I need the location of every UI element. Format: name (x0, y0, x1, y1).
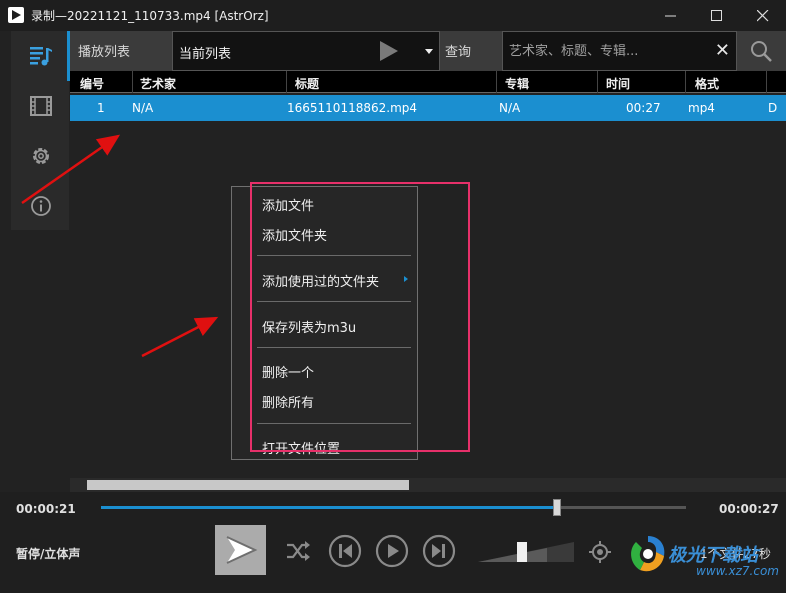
menu-item-add-used-folder[interactable]: 添加使用过的文件夹 (262, 271, 379, 290)
player-controls: 00:00:21 00:00:27 暂停/立体声 1个文件27秒 极光下载站 w… (0, 492, 786, 593)
col-header-title[interactable]: 标题 (295, 75, 319, 92)
sidebar-item-video[interactable] (11, 81, 69, 131)
menu-item-open-location[interactable]: 打开文件位置 (262, 438, 340, 457)
title-bar: 录制—20221121_110733.mp4 [AstrOrz] (0, 0, 786, 31)
info-icon (31, 196, 51, 216)
menu-item-delete-one[interactable]: 删除一个 (262, 362, 314, 381)
column-divider[interactable] (685, 71, 686, 93)
cell-title: 1665110118862.mp4 (287, 101, 418, 115)
cell-time: 00:27 (626, 101, 661, 115)
seek-bar-fill (101, 506, 557, 509)
search-box[interactable]: ✕ (502, 31, 737, 71)
volume-handle (517, 542, 527, 562)
col-header-time[interactable]: 时间 (606, 75, 630, 92)
shuffle-icon[interactable] (284, 536, 312, 566)
sidebar (11, 31, 69, 230)
watermark-logo-icon (631, 536, 665, 572)
total-time: 00:00:27 (719, 502, 779, 516)
annotation-arrow (141, 316, 219, 358)
col-header-artist[interactable]: 艺术家 (140, 75, 176, 92)
cell-number: 1 (97, 101, 105, 115)
file-count: 1个文件27秒 (700, 547, 771, 561)
col-header-number[interactable]: 编号 (80, 75, 104, 92)
search-input[interactable] (509, 40, 709, 62)
toolbar: 播放列表 当前列表 查询 ✕ (70, 31, 786, 71)
menu-item-save-m3u[interactable]: 保存列表为m3u (262, 317, 356, 336)
close-icon (757, 10, 769, 22)
context-menu: 添加文件 添加文件夹 添加使用过的文件夹 保存列表为m3u 删除一个 删除所有 … (231, 186, 418, 460)
minimize-icon (665, 15, 676, 17)
previous-icon[interactable] (328, 534, 362, 568)
maximize-icon (711, 10, 722, 21)
next-icon[interactable] (422, 534, 456, 568)
menu-item-add-folder[interactable]: 添加文件夹 (262, 225, 327, 244)
film-icon (30, 96, 52, 116)
menu-item-delete-all[interactable]: 删除所有 (262, 392, 314, 411)
play-icon[interactable] (375, 534, 409, 568)
menu-divider (257, 301, 411, 302)
playlist-table: 编号 艺术家 标题 专辑 时间 格式 1 N/A 1665110118862.m… (70, 71, 786, 121)
column-divider[interactable] (132, 71, 133, 93)
playlist-select[interactable]: 当前列表 (172, 31, 440, 71)
horizontal-scrollbar[interactable] (70, 478, 786, 492)
close-button[interactable] (740, 0, 786, 31)
play-list-icon[interactable] (380, 41, 398, 61)
minimize-button[interactable] (648, 0, 694, 31)
status-text: 暂停/立体声 (16, 547, 81, 561)
watermark-url: www.xz7.com (696, 564, 779, 578)
tab-playlist[interactable]: 播放列表 (78, 41, 130, 60)
search-icon (751, 41, 772, 62)
column-divider[interactable] (286, 71, 287, 93)
col-header-album[interactable]: 专辑 (505, 75, 529, 92)
seek-bar[interactable] (101, 499, 686, 516)
cell-artist: N/A (132, 101, 154, 115)
table-row[interactable]: 1 N/A 1665110118862.mp4 N/A 00:27 mp4 D (70, 95, 786, 121)
volume-slider[interactable] (478, 541, 574, 563)
sidebar-item-settings[interactable] (11, 131, 69, 181)
locate-icon[interactable] (588, 540, 612, 564)
menu-divider (257, 423, 411, 424)
column-divider[interactable] (597, 71, 598, 93)
window-title: 录制—20221121_110733.mp4 [AstrOrz] (31, 9, 269, 23)
search-button[interactable] (737, 31, 786, 71)
sidebar-item-playlist[interactable] (11, 31, 69, 81)
maximize-button[interactable] (694, 0, 740, 31)
menu-item-add-file[interactable]: 添加文件 (262, 195, 314, 214)
sidebar-item-about[interactable] (11, 181, 69, 231)
menu-divider (257, 347, 411, 348)
app-big-logo-icon[interactable] (215, 525, 266, 575)
cell-format: mp4 (688, 101, 715, 115)
menu-divider (257, 255, 411, 256)
app-logo-icon (8, 7, 24, 23)
scrollbar-thumb[interactable] (87, 480, 409, 490)
submenu-arrow-icon (404, 276, 408, 282)
cell-album: N/A (499, 101, 521, 115)
playlist-select-value: 当前列表 (179, 47, 232, 62)
column-divider[interactable] (496, 71, 497, 93)
chevron-down-icon (425, 49, 433, 54)
column-divider[interactable] (766, 71, 767, 93)
gear-icon (33, 148, 49, 164)
cell-extra: D (768, 101, 778, 115)
col-header-format[interactable]: 格式 (695, 75, 719, 92)
table-header: 编号 艺术家 标题 专辑 时间 格式 (70, 71, 786, 93)
seek-bar-handle[interactable] (553, 499, 561, 516)
query-button[interactable]: 查询 (445, 41, 471, 60)
clear-search-icon[interactable]: ✕ (715, 40, 730, 61)
current-time: 00:00:21 (16, 502, 76, 516)
playlist-icon (30, 47, 52, 66)
